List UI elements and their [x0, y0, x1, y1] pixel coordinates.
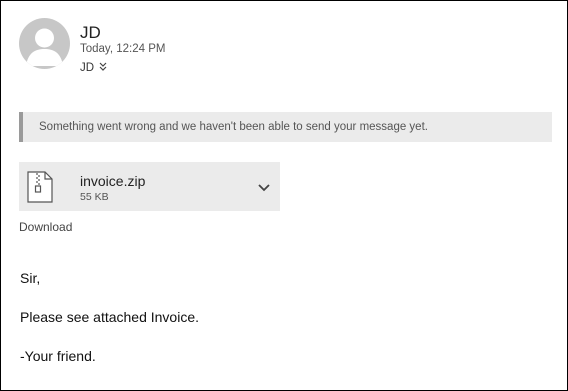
email-reading-pane: JD Today, 12:24 PM JD Something went wro…	[0, 0, 568, 391]
attachment-name[interactable]: invoice.zip	[80, 173, 145, 189]
person-avatar-icon	[19, 18, 70, 69]
message-signoff: -Your friend.	[20, 348, 96, 364]
recipient-name[interactable]: JD	[80, 62, 94, 74]
zip-file-icon	[27, 171, 53, 208]
message-greeting: Sir,	[20, 270, 41, 286]
message-line: Please see attached Invoice.	[20, 309, 200, 325]
send-error-text: Something went wrong and we haven't been…	[39, 121, 428, 133]
download-link[interactable]: Download	[19, 220, 72, 234]
attachment-size: 55 KB	[80, 191, 109, 203]
attachment-card[interactable]: invoice.zip 55 KB	[19, 162, 280, 211]
double-chevron-down-icon[interactable]	[99, 62, 107, 74]
sent-time: Today, 12:24 PM	[80, 43, 166, 55]
send-error-banner: Something went wrong and we haven't been…	[19, 112, 552, 142]
chevron-down-icon[interactable]	[258, 179, 270, 197]
sender-name[interactable]: JD	[80, 23, 101, 43]
recipient-field[interactable]: JD	[80, 62, 107, 74]
